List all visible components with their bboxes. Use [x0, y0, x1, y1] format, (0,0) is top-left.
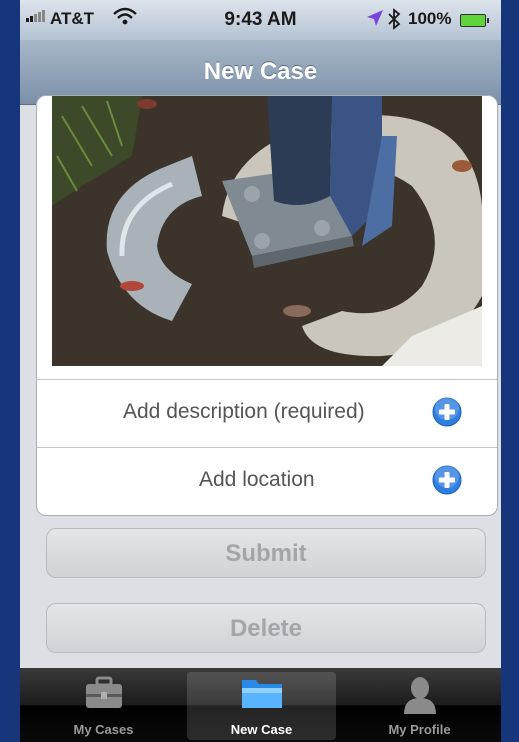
battery-percent: 100%: [408, 9, 452, 28]
case-form-card: Add description (required) Add location: [36, 95, 498, 516]
main-content: Add description (required) Add location: [20, 95, 501, 668]
add-description-plus-icon[interactable]: [432, 396, 462, 427]
location-arrow-icon: [366, 9, 384, 32]
tab-new-case[interactable]: New Case: [183, 668, 340, 742]
tab-my-cases[interactable]: My Cases: [25, 668, 182, 742]
submit-button[interactable]: Submit: [46, 528, 486, 578]
briefcase-icon: [84, 676, 124, 715]
add-description-label: Add description (required): [123, 400, 365, 423]
tab-new-case-label: New Case: [230, 722, 293, 737]
add-location-plus-icon[interactable]: [432, 464, 462, 495]
page-title: New Case: [203, 58, 318, 85]
folder-icon: [240, 676, 284, 715]
add-description-row[interactable]: Add description (required): [37, 379, 497, 447]
attached-photo[interactable]: [52, 96, 482, 366]
add-location-label: Add location: [199, 468, 315, 491]
bluetooth-icon: [387, 8, 401, 35]
tab-my-profile-label: My Profile: [388, 722, 451, 737]
add-location-row[interactable]: Add location: [37, 447, 497, 515]
tab-bar: My Cases New Case My Profile: [20, 668, 501, 742]
phone-screen: AT&T 9:43 AM 100% New Case Add descripti…: [20, 0, 501, 742]
status-bar: AT&T 9:43 AM 100%: [20, 0, 501, 40]
tab-my-profile[interactable]: My Profile: [341, 668, 498, 742]
battery-icon: [460, 14, 489, 27]
tab-my-cases-label: My Cases: [73, 722, 134, 737]
person-icon: [402, 676, 438, 719]
delete-button[interactable]: Delete: [46, 603, 486, 653]
